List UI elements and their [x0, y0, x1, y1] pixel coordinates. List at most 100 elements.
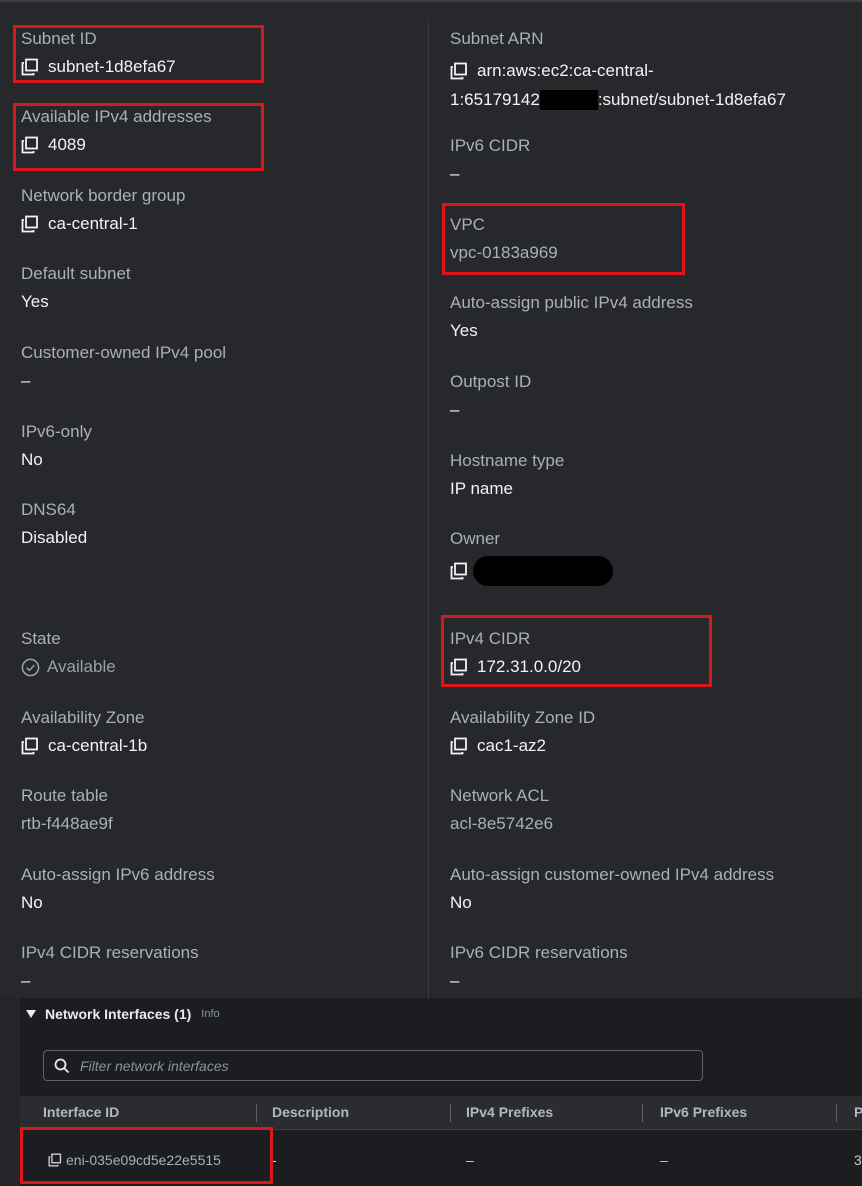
field-subnet-arn: Subnet ARN arn:aws:ec2:ca-central- 1:651… — [450, 28, 786, 114]
field-auto-assign-customer-owned-ipv4: Auto-assign customer-owned IPv4 address … — [450, 864, 774, 914]
availability-zone-value: ca-central-1b — [48, 736, 148, 755]
field-value: Available — [21, 656, 116, 678]
network-interfaces-title: Network Interfaces (1) — [45, 1006, 192, 1022]
field-value — [450, 556, 613, 586]
ipv6-cidr-value: – — [450, 164, 460, 183]
auto-assign-public-ipv4-value: Yes — [450, 321, 478, 340]
arn-line-1: arn:aws:ec2:ca-central- — [477, 61, 654, 80]
field-auto-assign-ipv6: Auto-assign IPv6 address No — [21, 864, 215, 914]
network-interfaces-header[interactable]: Network Interfaces (1) Info — [26, 1006, 220, 1022]
field-label: Hostname type — [450, 451, 565, 470]
column-separator — [450, 1104, 451, 1122]
column-divider — [428, 22, 429, 998]
ipv6-prefixes-cell: – — [660, 1152, 668, 1168]
highlight-box-subnet-id — [13, 25, 264, 83]
copy-icon[interactable] — [450, 737, 468, 755]
field-outpost-id: Outpost ID – — [450, 371, 531, 421]
copy-icon[interactable] — [21, 215, 39, 233]
field-label: State — [21, 629, 61, 648]
column-header-p[interactable]: P — [854, 1096, 862, 1129]
field-label: Availability Zone ID — [450, 708, 596, 727]
field-label: Subnet ARN — [450, 29, 544, 48]
field-state: State Available — [21, 628, 116, 678]
field-owner: Owner — [450, 528, 613, 586]
field-ipv4-cidr-reservations: IPv4 CIDR reservations – — [21, 942, 199, 992]
network-acl-link[interactable]: acl-8e5742e6 — [450, 813, 553, 835]
search-input[interactable] — [78, 1056, 682, 1075]
field-label: Network border group — [21, 186, 186, 205]
search-icon — [54, 1058, 70, 1073]
info-link[interactable]: Info — [201, 1008, 219, 1020]
auto-assign-ipv6-value: No — [21, 893, 43, 912]
field-default-subnet: Default subnet Yes — [21, 263, 131, 313]
state-value: Available — [47, 657, 116, 676]
hostname-type-value: IP name — [450, 479, 514, 498]
field-value: ca-central-1 — [21, 213, 185, 235]
field-label: DNS64 — [21, 500, 76, 519]
field-availability-zone-id: Availability Zone ID cac1-az2 — [450, 707, 595, 757]
network-border-group-value: ca-central-1 — [48, 214, 138, 233]
column-separator — [836, 1104, 837, 1122]
arn-line-2-end: :subnet/subnet-1d8efa67 — [597, 90, 786, 109]
outpost-id-value: – — [450, 400, 460, 419]
field-label: Outpost ID — [450, 372, 532, 391]
field-ipv6-cidr: IPv6 CIDR – — [450, 135, 530, 185]
field-label: Network ACL — [450, 786, 550, 805]
field-customer-owned-ipv4-pool: Customer-owned IPv4 pool – — [21, 342, 226, 392]
field-network-acl: Network ACL acl-8e5742e6 — [450, 785, 553, 835]
auto-assign-customer-owned-ipv4-value: No — [450, 893, 472, 912]
caret-down-icon[interactable] — [26, 1010, 36, 1018]
column-separator — [256, 1104, 257, 1122]
field-availability-zone: Availability Zone ca-central-1b — [21, 707, 147, 757]
field-label: IPv6 CIDR reservations — [450, 943, 628, 962]
field-label: IPv6 CIDR — [450, 136, 531, 155]
column-header-ipv6-prefixes[interactable]: IPv6 Prefixes — [660, 1096, 747, 1129]
highlight-box-ipv4-cidr — [441, 615, 712, 687]
subnet-arn-value: arn:aws:ec2:ca-central- 1:65179142 :subn… — [450, 56, 786, 114]
highlight-box-available-ipv4 — [13, 103, 264, 171]
field-label: Auto-assign public IPv4 address — [450, 293, 693, 312]
field-ipv6-cidr-reservations: IPv6 CIDR reservations – — [450, 942, 628, 992]
column-separator — [642, 1104, 643, 1122]
filter-network-interfaces[interactable] — [43, 1050, 703, 1081]
field-label: Owner — [450, 529, 501, 548]
field-label: IPv6-only — [21, 422, 92, 441]
field-hostname-type: Hostname type IP name — [450, 450, 564, 500]
copy-icon[interactable] — [21, 737, 39, 755]
field-value: ca-central-1b — [21, 735, 147, 757]
column-header-description[interactable]: Description — [272, 1096, 349, 1129]
field-route-table: Route table rtb-f448ae9f — [21, 785, 113, 835]
field-label: Route table — [21, 786, 108, 805]
redaction-bar — [539, 89, 598, 110]
field-dns64: DNS64 Disabled — [21, 499, 87, 549]
field-value: cac1-az2 — [450, 735, 595, 757]
route-table-link[interactable]: rtb-f448ae9f — [21, 813, 113, 835]
field-label: Availability Zone — [21, 708, 145, 727]
ipv6-only-value: No — [21, 450, 43, 469]
field-label: Customer-owned IPv4 pool — [21, 343, 227, 362]
owner-redaction — [473, 556, 613, 586]
customer-owned-ipv4-pool-value: – — [21, 371, 31, 390]
copy-icon[interactable] — [450, 62, 468, 80]
field-network-border-group: Network border group ca-central-1 — [21, 185, 185, 235]
ipv4-prefixes-cell: – — [466, 1152, 474, 1168]
ipv6-cidr-reservations-value: – — [450, 971, 460, 990]
copy-icon[interactable] — [450, 562, 468, 580]
ipv4-cidr-reservations-value: – — [21, 971, 31, 990]
field-label: Auto-assign IPv6 address — [21, 865, 215, 884]
default-subnet-value: Yes — [21, 292, 49, 311]
field-label: Auto-assign customer-owned IPv4 address — [450, 865, 775, 884]
highlight-box-interface-id — [20, 1127, 273, 1184]
column-header-ipv4-prefixes[interactable]: IPv4 Prefixes — [466, 1096, 553, 1129]
column-header-interface-id[interactable]: Interface ID — [43, 1096, 119, 1129]
table-header: Interface ID Description IPv4 Prefixes I… — [20, 1096, 862, 1130]
highlight-box-vpc — [442, 203, 685, 275]
field-label: IPv4 CIDR reservations — [21, 943, 199, 962]
field-label: Default subnet — [21, 264, 131, 283]
availability-zone-id-value: cac1-az2 — [477, 736, 546, 755]
check-circle-icon — [21, 658, 40, 676]
arn-line-2-start: 1:65179142 — [450, 90, 540, 109]
field-auto-assign-public-ipv4: Auto-assign public IPv4 address Yes — [450, 292, 693, 342]
field-ipv6-only: IPv6-only No — [21, 421, 92, 471]
p-cell: 3 — [854, 1152, 862, 1168]
